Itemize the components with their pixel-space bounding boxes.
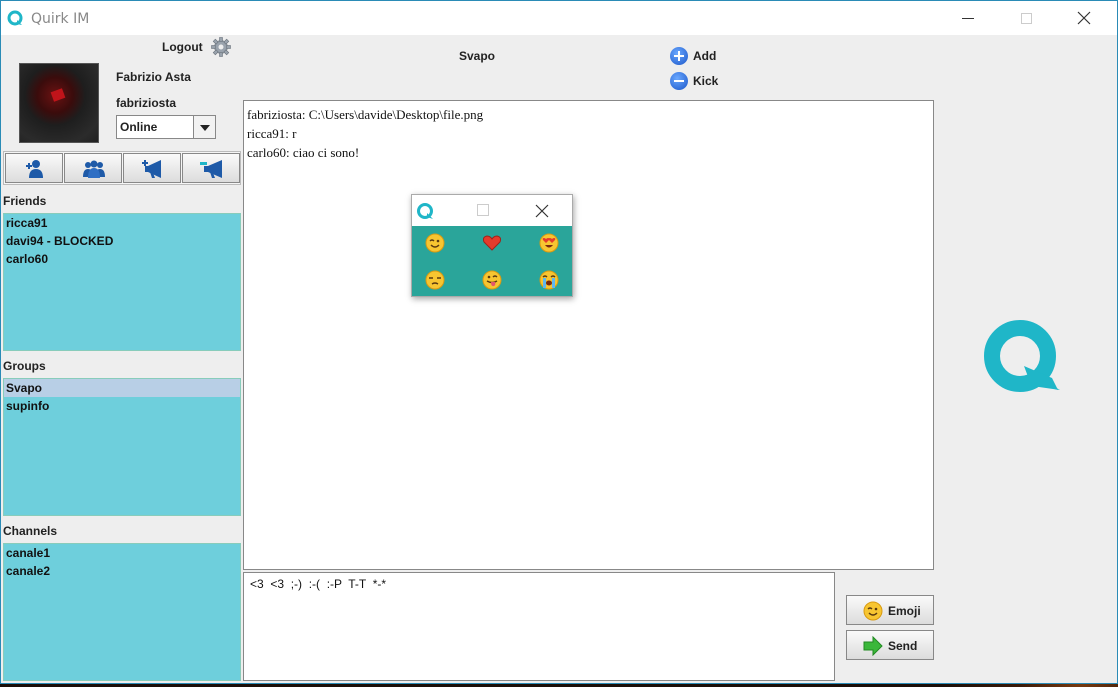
gear-icon[interactable] xyxy=(211,37,231,57)
app-logo-icon xyxy=(7,10,23,26)
minimize-icon xyxy=(962,18,974,19)
channels-list: canale1 canale2 xyxy=(3,543,241,681)
maximize-icon xyxy=(1021,13,1032,24)
chat-message: fabriziosta: C:\Users\davide\Desktop\fil… xyxy=(247,107,484,122)
window-title: Quirk IM xyxy=(31,11,90,27)
arrow-right-icon xyxy=(863,636,883,656)
create-group-button[interactable] xyxy=(64,153,122,183)
heart-emoji[interactable] xyxy=(482,233,502,253)
app-logo-icon xyxy=(417,203,433,219)
close-button[interactable] xyxy=(1061,1,1107,35)
groups-label: Groups xyxy=(3,359,46,373)
profile-username: fabriziosta xyxy=(116,96,177,110)
message-input-text: <3 <3 ;-) :-( :-P T-T *-* xyxy=(250,577,387,591)
wink-emoji[interactable] xyxy=(425,233,445,253)
wink-emoji-icon xyxy=(863,601,883,621)
emoji-picker-titlebar xyxy=(412,195,572,226)
status-value: Online xyxy=(120,120,158,134)
maximize-button[interactable] xyxy=(1003,1,1049,35)
unamused-emoji[interactable] xyxy=(425,270,445,290)
heart-eyes-emoji[interactable] xyxy=(539,233,559,253)
friends-list: ricca91 davi94 - BLOCKED carlo60 xyxy=(3,213,241,351)
add-friend-button[interactable] xyxy=(5,153,63,183)
quirk-logo-icon xyxy=(984,320,1060,392)
message-input[interactable]: <3 <3 ;-) :-( :-P T-T *-* xyxy=(243,572,835,681)
group-icon xyxy=(83,160,105,178)
sidebar: Logout Fabrizio Asta fabriziosta Online xyxy=(2,35,242,683)
app-window: Quirk IM Logout Fabrizio Asta fabriziost… xyxy=(0,0,1118,684)
right-panel xyxy=(936,35,1117,683)
groups-list: Svapo supinfo xyxy=(3,378,241,516)
crying-emoji[interactable] xyxy=(539,270,559,290)
list-item[interactable]: canale1 xyxy=(4,544,240,562)
avatar[interactable] xyxy=(19,63,99,143)
emoji-picker-window xyxy=(411,194,573,297)
emoji-button[interactable]: Emoji xyxy=(846,595,934,625)
close-icon[interactable] xyxy=(533,202,551,220)
megaphone-add-icon xyxy=(142,160,161,178)
channels-label: Channels xyxy=(3,524,58,538)
join-channel-button[interactable] xyxy=(182,153,240,183)
friends-label: Friends xyxy=(3,194,47,208)
maximize-icon[interactable] xyxy=(477,204,489,216)
status-dropdown[interactable]: Online xyxy=(116,115,216,139)
chat-message: ricca91: r xyxy=(247,126,297,141)
sidebar-toolbar xyxy=(3,151,241,185)
create-channel-button[interactable] xyxy=(123,153,181,183)
logout-link[interactable]: Logout xyxy=(162,40,203,54)
list-item[interactable]: ricca91 xyxy=(4,214,240,232)
plus-icon xyxy=(670,47,688,65)
kick-member-button[interactable]: Kick xyxy=(670,71,750,91)
list-item[interactable]: supinfo xyxy=(4,397,240,415)
minimize-button[interactable] xyxy=(945,1,991,35)
close-icon xyxy=(1077,11,1091,25)
title-bar: Quirk IM xyxy=(1,1,1117,35)
list-item[interactable]: carlo60 xyxy=(4,250,240,268)
megaphone-icon xyxy=(200,160,222,178)
minus-icon xyxy=(670,72,688,90)
add-member-button[interactable]: Add xyxy=(670,46,750,66)
conversation-title: Svapo xyxy=(459,49,496,63)
list-item[interactable]: Svapo xyxy=(4,379,240,397)
send-button[interactable]: Send xyxy=(846,630,934,660)
conversation-header: Svapo Add Kick xyxy=(243,35,935,99)
list-item[interactable]: canale2 xyxy=(4,562,240,580)
add-friend-icon xyxy=(26,160,43,178)
chat-message: carlo60: ciao ci sono! xyxy=(247,145,360,160)
chat-history[interactable]: fabriziosta: C:\Users\davide\Desktop\fil… xyxy=(243,100,934,570)
chevron-down-icon[interactable] xyxy=(193,116,215,138)
emoji-grid xyxy=(412,226,572,296)
tongue-emoji[interactable] xyxy=(482,270,502,290)
profile-display-name: Fabrizio Asta xyxy=(116,70,191,84)
list-item[interactable]: davi94 - BLOCKED xyxy=(4,232,240,250)
